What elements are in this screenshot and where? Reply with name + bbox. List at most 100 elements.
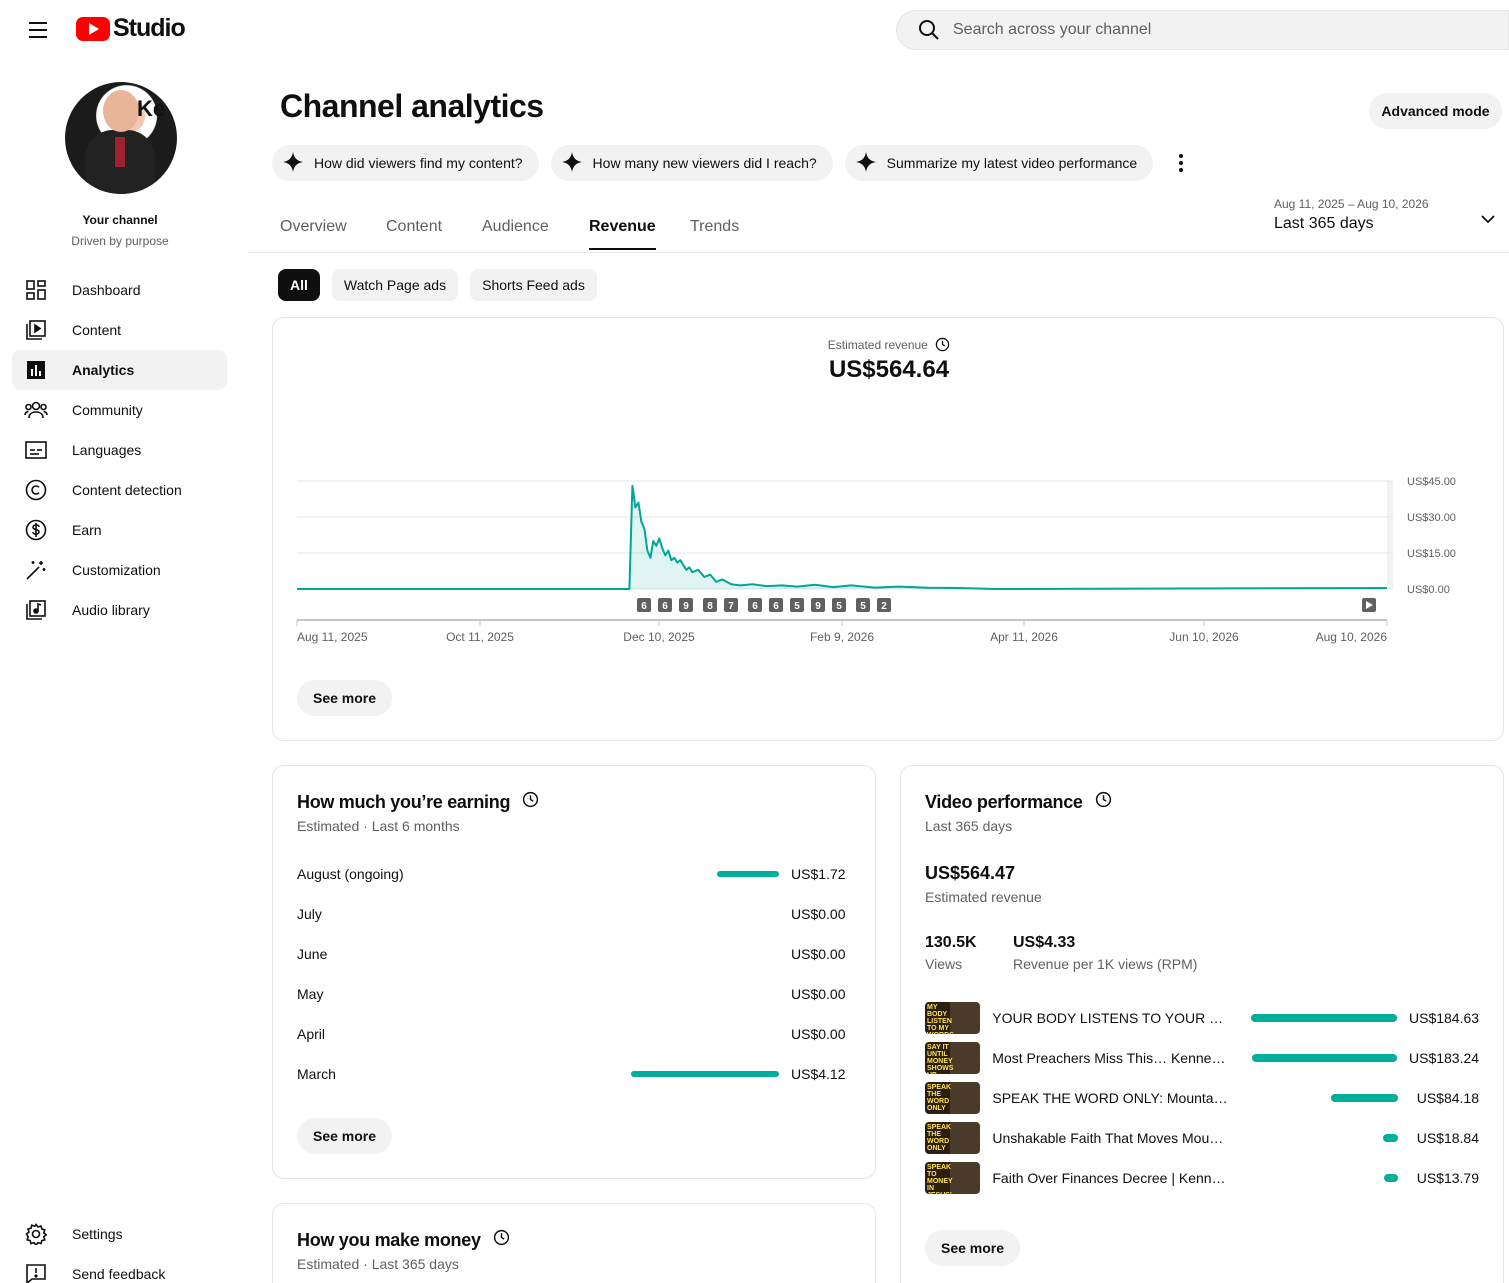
sidebar-item-content-detection[interactable]: Content detection [12, 470, 227, 510]
video-revenue: US$84.18 [1416, 1090, 1479, 1106]
video-marker-label: 6 [773, 601, 779, 612]
filter-shorts-feed-ads[interactable]: Shorts Feed ads [470, 269, 597, 301]
see-more-button[interactable]: See more [925, 1230, 1021, 1266]
sidebar-item-label: Analytics [72, 362, 135, 378]
video-thumbnail[interactable]: SPEAK THE WORD ONLY [925, 1122, 981, 1154]
make-money-title-row: How you make money [297, 1229, 510, 1251]
audio-library-icon [24, 598, 48, 622]
earnings-row: July US$0.00 [297, 902, 845, 926]
chevron-down-icon[interactable] [1480, 211, 1495, 225]
top-bar: Studio [0, 0, 1509, 60]
earnings-card: How much you’re earning Estimated · Last… [272, 765, 876, 1179]
sidebar-item-audio-library[interactable]: Audio library [12, 590, 227, 630]
tab-audience[interactable]: Audience [482, 218, 549, 236]
views-value: 130.5K [925, 934, 977, 951]
tab-revenue[interactable]: Revenue [589, 218, 656, 250]
video-row[interactable]: SPEAK TO MONEY IN JESUS' NAME Faith Over … [925, 1162, 1479, 1194]
earnings-row: May US$0.00 [297, 982, 845, 1006]
earnings-bar [717, 871, 779, 877]
ai-prompt-chip[interactable]: How many new viewers did I reach? [550, 145, 833, 181]
see-more-button[interactable]: See more [297, 1118, 393, 1154]
earnings-title-row: How much you’re earning [297, 791, 539, 813]
logo-text: Studio [113, 14, 186, 42]
sidebar-item-settings[interactable]: Settings [12, 1214, 227, 1254]
sidebar-item-analytics[interactable]: Analytics [12, 350, 227, 390]
sidebar-item-earn[interactable]: Earn [12, 510, 227, 550]
y-tick-label: US$30.00 [1407, 512, 1456, 524]
video-revenue: US$184.63 [1409, 1010, 1480, 1026]
sidebar-item-content[interactable]: Content [12, 310, 227, 350]
sparkle-icon [855, 151, 877, 176]
revenue-filters: All Watch Page ads Shorts Feed ads [278, 269, 597, 301]
video-thumbnail[interactable]: SAY IT UNTIL MONEY SHOWS UP [925, 1042, 981, 1074]
video-title[interactable]: Most Preachers Miss This… Kennet… [992, 1050, 1229, 1066]
video-title[interactable]: YOUR BODY LISTENS TO YOUR WO… [992, 1010, 1229, 1026]
tab-trends[interactable]: Trends [690, 218, 739, 236]
video-thumbnail[interactable]: SPEAK THE WORD ONLY [925, 1082, 981, 1114]
video-thumbnail[interactable]: MY BODY LISTEN TO MY WORDS [925, 1002, 981, 1034]
earnings-value: US$0.00 [791, 986, 846, 1002]
sidebar: Ke Your channel Driven by purpose Dashbo… [0, 60, 248, 1283]
analytics-icon [24, 358, 48, 382]
ai-prompt-label: Summarize my latest video performance [886, 155, 1138, 171]
tab-overview[interactable]: Overview [280, 218, 347, 236]
earnings-month: May [297, 986, 324, 1002]
search-bar[interactable] [896, 10, 1509, 50]
community-icon [24, 398, 48, 422]
advanced-mode-button[interactable]: Advanced mode [1369, 93, 1502, 129]
subtitles-icon [24, 438, 48, 462]
channel-avatar[interactable]: Ke [65, 82, 177, 194]
video-marker-label: 7 [728, 601, 734, 612]
video-bar-track [1230, 1174, 1398, 1182]
video-performance-title-row: Video performance [925, 791, 1112, 813]
sidebar-item-customization[interactable]: Customization [12, 550, 227, 590]
filter-watch-page-ads[interactable]: Watch Page ads [331, 269, 459, 301]
revenue-chart[interactable]: US$45.00 US$30.00 US$15.00 US$0.00 6 6 9 8 7 6 6 5 9… [273, 318, 1505, 658]
video-title[interactable]: Faith Over Finances Decree | Kenne… [992, 1170, 1229, 1186]
video-row[interactable]: SAY IT UNTIL MONEY SHOWS UP Most Preacher… [925, 1042, 1479, 1074]
card-subtitle: Last 365 days [925, 818, 1013, 834]
earnings-month: March [297, 1066, 336, 1082]
video-marker-label: 5 [794, 601, 800, 612]
total-revenue-label: Estimated revenue [925, 889, 1042, 905]
card-title: How much you’re earning [297, 791, 511, 812]
tab-content[interactable]: Content [386, 218, 442, 236]
video-row[interactable]: SPEAK THE WORD ONLY Unshakable Faith That… [925, 1122, 1479, 1154]
video-revenue-bar [1383, 1174, 1398, 1182]
filter-all[interactable]: All [278, 269, 320, 301]
video-row[interactable]: SPEAK THE WORD ONLY SPEAK THE WORD ONLY: … [925, 1082, 1479, 1114]
video-marker-label: 5 [836, 601, 842, 612]
sidebar-item-community[interactable]: Community [12, 390, 227, 430]
video-title[interactable]: SPEAK THE WORD ONLY: Mountai… [992, 1090, 1229, 1106]
video-title[interactable]: Unshakable Faith That Moves Mou… [992, 1130, 1229, 1146]
video-marker-label: 9 [683, 601, 689, 612]
earnings-value: US$0.00 [791, 1026, 846, 1042]
earnings-value: US$4.12 [791, 1066, 846, 1082]
sidebar-item-dashboard[interactable]: Dashboard [12, 270, 227, 310]
video-thumbnail[interactable]: SPEAK TO MONEY IN JESUS' NAME [925, 1162, 981, 1194]
studio-logo[interactable]: Studio [76, 14, 186, 43]
search-input[interactable] [953, 21, 1508, 39]
earnings-row: June US$0.00 [297, 942, 845, 966]
x-tick-label: Feb 9, 2026 [810, 630, 874, 644]
date-range-picker[interactable]: Aug 11, 2025 – Aug 10, 2026 Last 365 day… [1274, 197, 1429, 233]
video-marker-label: 2 [881, 601, 887, 612]
y-tick-label: US$15.00 [1407, 548, 1456, 560]
rpm-value: US$4.33 [1013, 934, 1076, 951]
sidebar-item-send-feedback[interactable]: Send feedback [12, 1254, 227, 1283]
ai-prompt-chip[interactable]: How did viewers find my content? [272, 145, 539, 181]
ai-prompt-label: How did viewers find my content? [314, 155, 523, 171]
channel-name: Your channel [82, 213, 158, 227]
thumbnail-text: MY BODY LISTEN TO MY WORDS [927, 1004, 954, 1034]
video-marker-label: 9 [815, 601, 821, 612]
video-row[interactable]: MY BODY LISTEN TO MY WORDS YOUR BODY LIST… [925, 1002, 1479, 1034]
ai-prompt-label: How many new viewers did I reach? [592, 155, 817, 171]
more-vert-icon[interactable] [1169, 151, 1193, 175]
sparkle-icon [282, 151, 304, 176]
search-icon[interactable] [909, 10, 949, 50]
sidebar-item-languages[interactable]: Languages [12, 430, 227, 470]
earnings-month: July [297, 906, 322, 922]
see-more-button[interactable]: See more [297, 680, 393, 716]
menu-icon[interactable] [18, 10, 58, 50]
ai-prompt-chip[interactable]: Summarize my latest video performance [844, 145, 1154, 181]
